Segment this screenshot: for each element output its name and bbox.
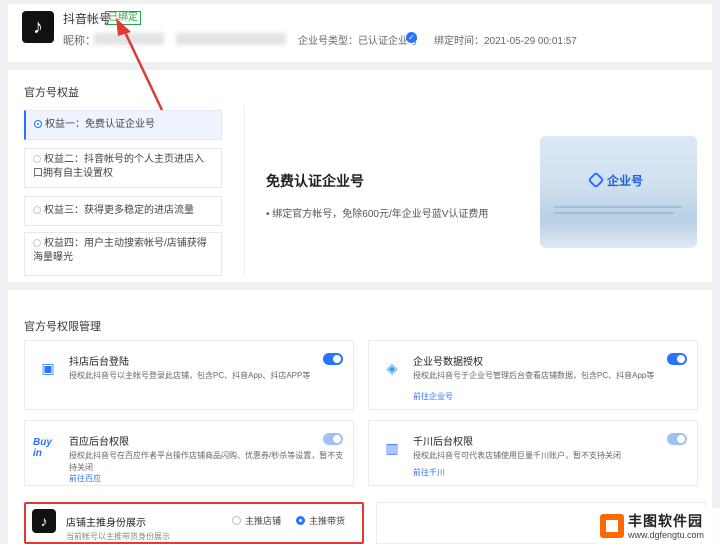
tab-label: 权益二：抖音帐号的个人主页进店入口拥有自主设置权 (33, 154, 204, 179)
permissions-title: 官方号权限管理 (24, 321, 101, 333)
store-identity-title: 店铺主推身份展示 (66, 518, 146, 529)
perm-card-buyin: Buy in 百应后台权限 授权此抖音号在百应作者平台操作店铺商品闪购、优惠券/… (24, 420, 354, 486)
goto-enterprise-link[interactable]: 前往企业号 (413, 391, 453, 402)
tab-benefit-1[interactable]: 权益一：免费认证企业号 (24, 110, 222, 140)
store-identity-card: ♪ 店铺主推身份展示 当前帐号以主推带货身份展示 主推店铺 主推带货 (24, 502, 364, 544)
tab-benefit-4[interactable]: 权益四：用户主动搜索帐号/店铺获得海量曝光 (24, 232, 222, 276)
benefit-description: • 绑定官方帐号，免除600元/年企业号蓝V认证费用 (266, 209, 489, 220)
watermark-logo-icon (600, 514, 624, 538)
promo-logo-text: 企业号 (607, 174, 644, 188)
radio-selected-icon (296, 516, 305, 525)
benefit-title: 免费认证企业号 (266, 173, 364, 189)
perm-desc: 授权此抖音号在百应作者平台操作店铺商品闪购、优惠券/秒杀等设置，暂不支持关闭 (69, 451, 344, 472)
toggle-switch[interactable] (323, 433, 343, 445)
account-card: ♪ 抖音帐号 已绑定 昵称： 企业号类型：已认证企业号 ✓ 绑定时间：2021-… (8, 4, 712, 62)
watermark-url: www.dgfengtu.com (628, 530, 705, 540)
toggle-switch[interactable] (323, 353, 343, 365)
enterprise-logo: 企业号 (587, 171, 644, 189)
perm-card-enterprise: ◈ 企业号数据授权 授权此抖音号于企业号管理后台查看店铺数据，包含PC、抖音Ap… (368, 340, 698, 410)
nickname-blur (94, 33, 164, 45)
radio-label: 主推店铺 (245, 516, 282, 526)
radio-goods[interactable]: 主推带货 (296, 514, 345, 527)
account-name: 抖音帐号 (63, 12, 112, 26)
toggle-switch[interactable] (667, 353, 687, 365)
divider (244, 106, 245, 276)
perm-title: 企业号数据授权 (413, 357, 483, 368)
radio-icon (232, 516, 241, 525)
buyin-icon: Buy in (33, 437, 52, 459)
qianchuan-icon: ▥ (385, 439, 399, 456)
perm-desc: 授权此抖音号可代表店铺使用巨量千川账户，暂不支持关闭 (413, 451, 621, 460)
douyin-logo-icon: ♪ (22, 11, 54, 43)
radio-dot-icon (33, 206, 41, 214)
account-type: 企业号类型：已认证企业号 (298, 36, 418, 47)
promo-text-line (554, 206, 682, 208)
promo-image: 企业号 (540, 136, 697, 248)
promo-text-line (554, 212, 674, 214)
toggle-switch[interactable] (667, 433, 687, 445)
bind-time: 绑定时间：2021-05-29 00:01:57 (434, 36, 577, 47)
doudian-icon: ▣ (41, 359, 55, 376)
perm-desc: 授权此抖音号于企业号管理后台查看店铺数据，包含PC、抖音App等 (413, 371, 655, 380)
perm-card-qianchuan: ▥ 千川后台权限 授权此抖音号可代表店铺使用巨量千川账户，暂不支持关闭 前往千川 (368, 420, 698, 486)
perm-title: 百应后台权限 (69, 437, 129, 448)
tab-label: 权益三：获得更多稳定的进店流量 (44, 205, 194, 216)
watermark-name: 丰图软件园 (628, 513, 703, 529)
site-watermark: 丰图软件园 www.dgfengtu.com (596, 508, 720, 544)
nickname-label: 昵称： (63, 35, 96, 47)
tab-benefit-3[interactable]: 权益三：获得更多稳定的进店流量 (24, 196, 222, 226)
bound-badge: 已绑定 (105, 11, 141, 25)
verified-icon: ✓ (406, 32, 417, 43)
nickname-blur-2 (176, 33, 286, 45)
enterprise-logo-icon (587, 171, 605, 189)
rights-section: 官方号权益 权益一：免费认证企业号 权益二：抖音帐号的个人主页进店入口拥有自主设… (8, 70, 712, 282)
radio-dot-icon (34, 120, 42, 128)
radio-dot-icon (33, 239, 41, 247)
store-identity-desc: 当前帐号以主推带货身份展示 (66, 532, 170, 541)
goto-buyin-link[interactable]: 前往百应 (69, 473, 101, 484)
tab-benefit-2[interactable]: 权益二：抖音帐号的个人主页进店入口拥有自主设置权 (24, 148, 222, 188)
perm-title: 千川后台权限 (413, 437, 473, 448)
radio-store[interactable]: 主推店铺 (232, 514, 281, 527)
radio-label: 主推带货 (309, 516, 346, 526)
perm-card-doudian: ▣ 抖店后台登陆 授权此抖音号以主帐号登录此店铺，包含PC、抖音App、抖店AP… (24, 340, 354, 410)
perm-title: 抖店后台登陆 (69, 357, 129, 368)
goto-qianchuan-link[interactable]: 前往千川 (413, 467, 445, 478)
perm-desc: 授权此抖音号以主帐号登录此店铺，包含PC、抖音App、抖店APP等 (69, 371, 311, 380)
douyin-logo-icon: ♪ (32, 509, 56, 533)
rights-title: 官方号权益 (24, 87, 79, 99)
enterprise-icon: ◈ (386, 359, 398, 376)
tab-label: 权益一：免费认证企业号 (45, 119, 155, 130)
radio-dot-icon (33, 155, 41, 163)
tab-label: 权益四：用户主动搜索帐号/店铺获得海量曝光 (33, 238, 207, 263)
